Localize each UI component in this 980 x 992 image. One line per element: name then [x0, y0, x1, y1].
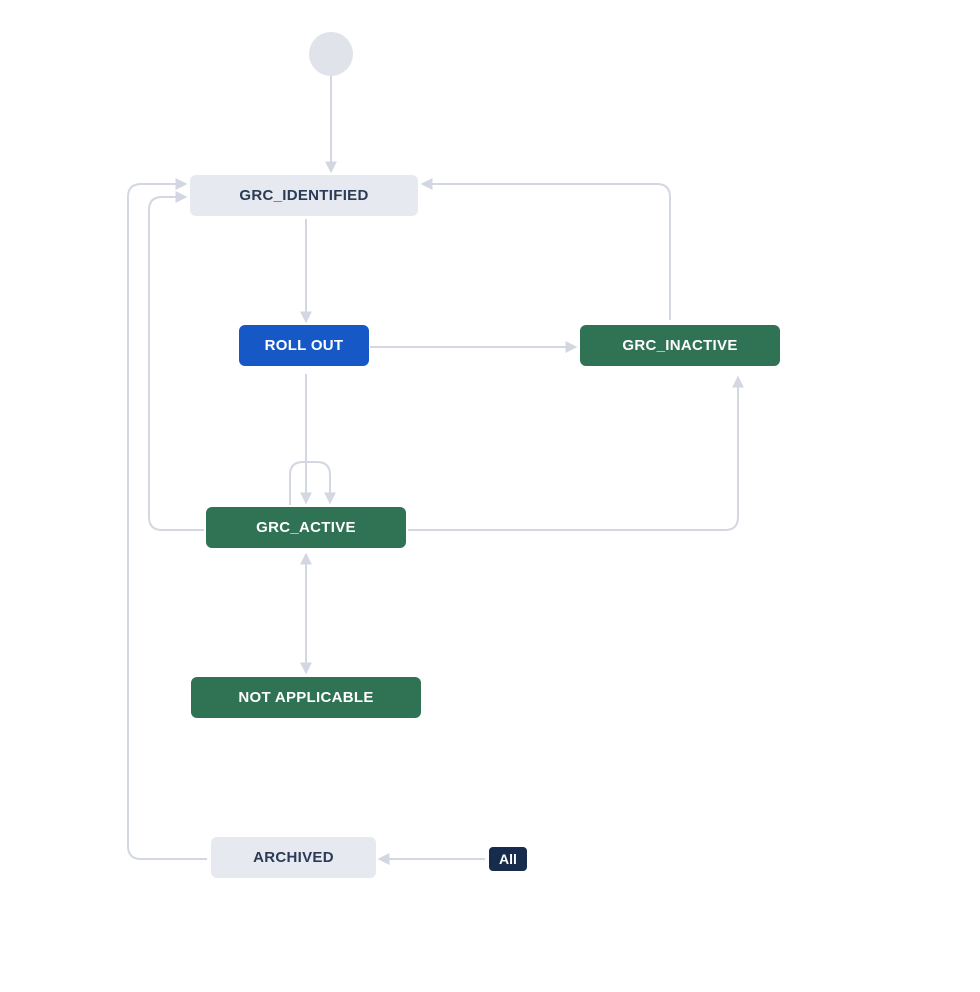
edges-layer — [0, 0, 980, 992]
node-label: NOT APPLICABLE — [238, 689, 373, 706]
node-all[interactable]: All — [489, 847, 527, 871]
node-archived[interactable]: ARCHIVED — [211, 837, 376, 878]
node-grc-active[interactable]: GRC_ACTIVE — [206, 507, 406, 548]
node-label: GRC_INACTIVE — [622, 337, 737, 354]
node-not-applicable[interactable]: NOT APPLICABLE — [191, 677, 421, 718]
pill-label: All — [499, 851, 517, 867]
node-label: ROLL OUT — [265, 337, 344, 354]
workflow-diagram: GRC_IDENTIFIED ROLL OUT GRC_INACTIVE GRC… — [0, 0, 980, 992]
node-roll-out[interactable]: ROLL OUT — [239, 325, 369, 366]
node-label: GRC_IDENTIFIED — [239, 187, 368, 204]
node-label: GRC_ACTIVE — [256, 519, 356, 536]
node-label: ARCHIVED — [253, 849, 334, 866]
node-grc-inactive[interactable]: GRC_INACTIVE — [580, 325, 780, 366]
node-grc-identified[interactable]: GRC_IDENTIFIED — [190, 175, 418, 216]
start-node — [309, 32, 353, 76]
